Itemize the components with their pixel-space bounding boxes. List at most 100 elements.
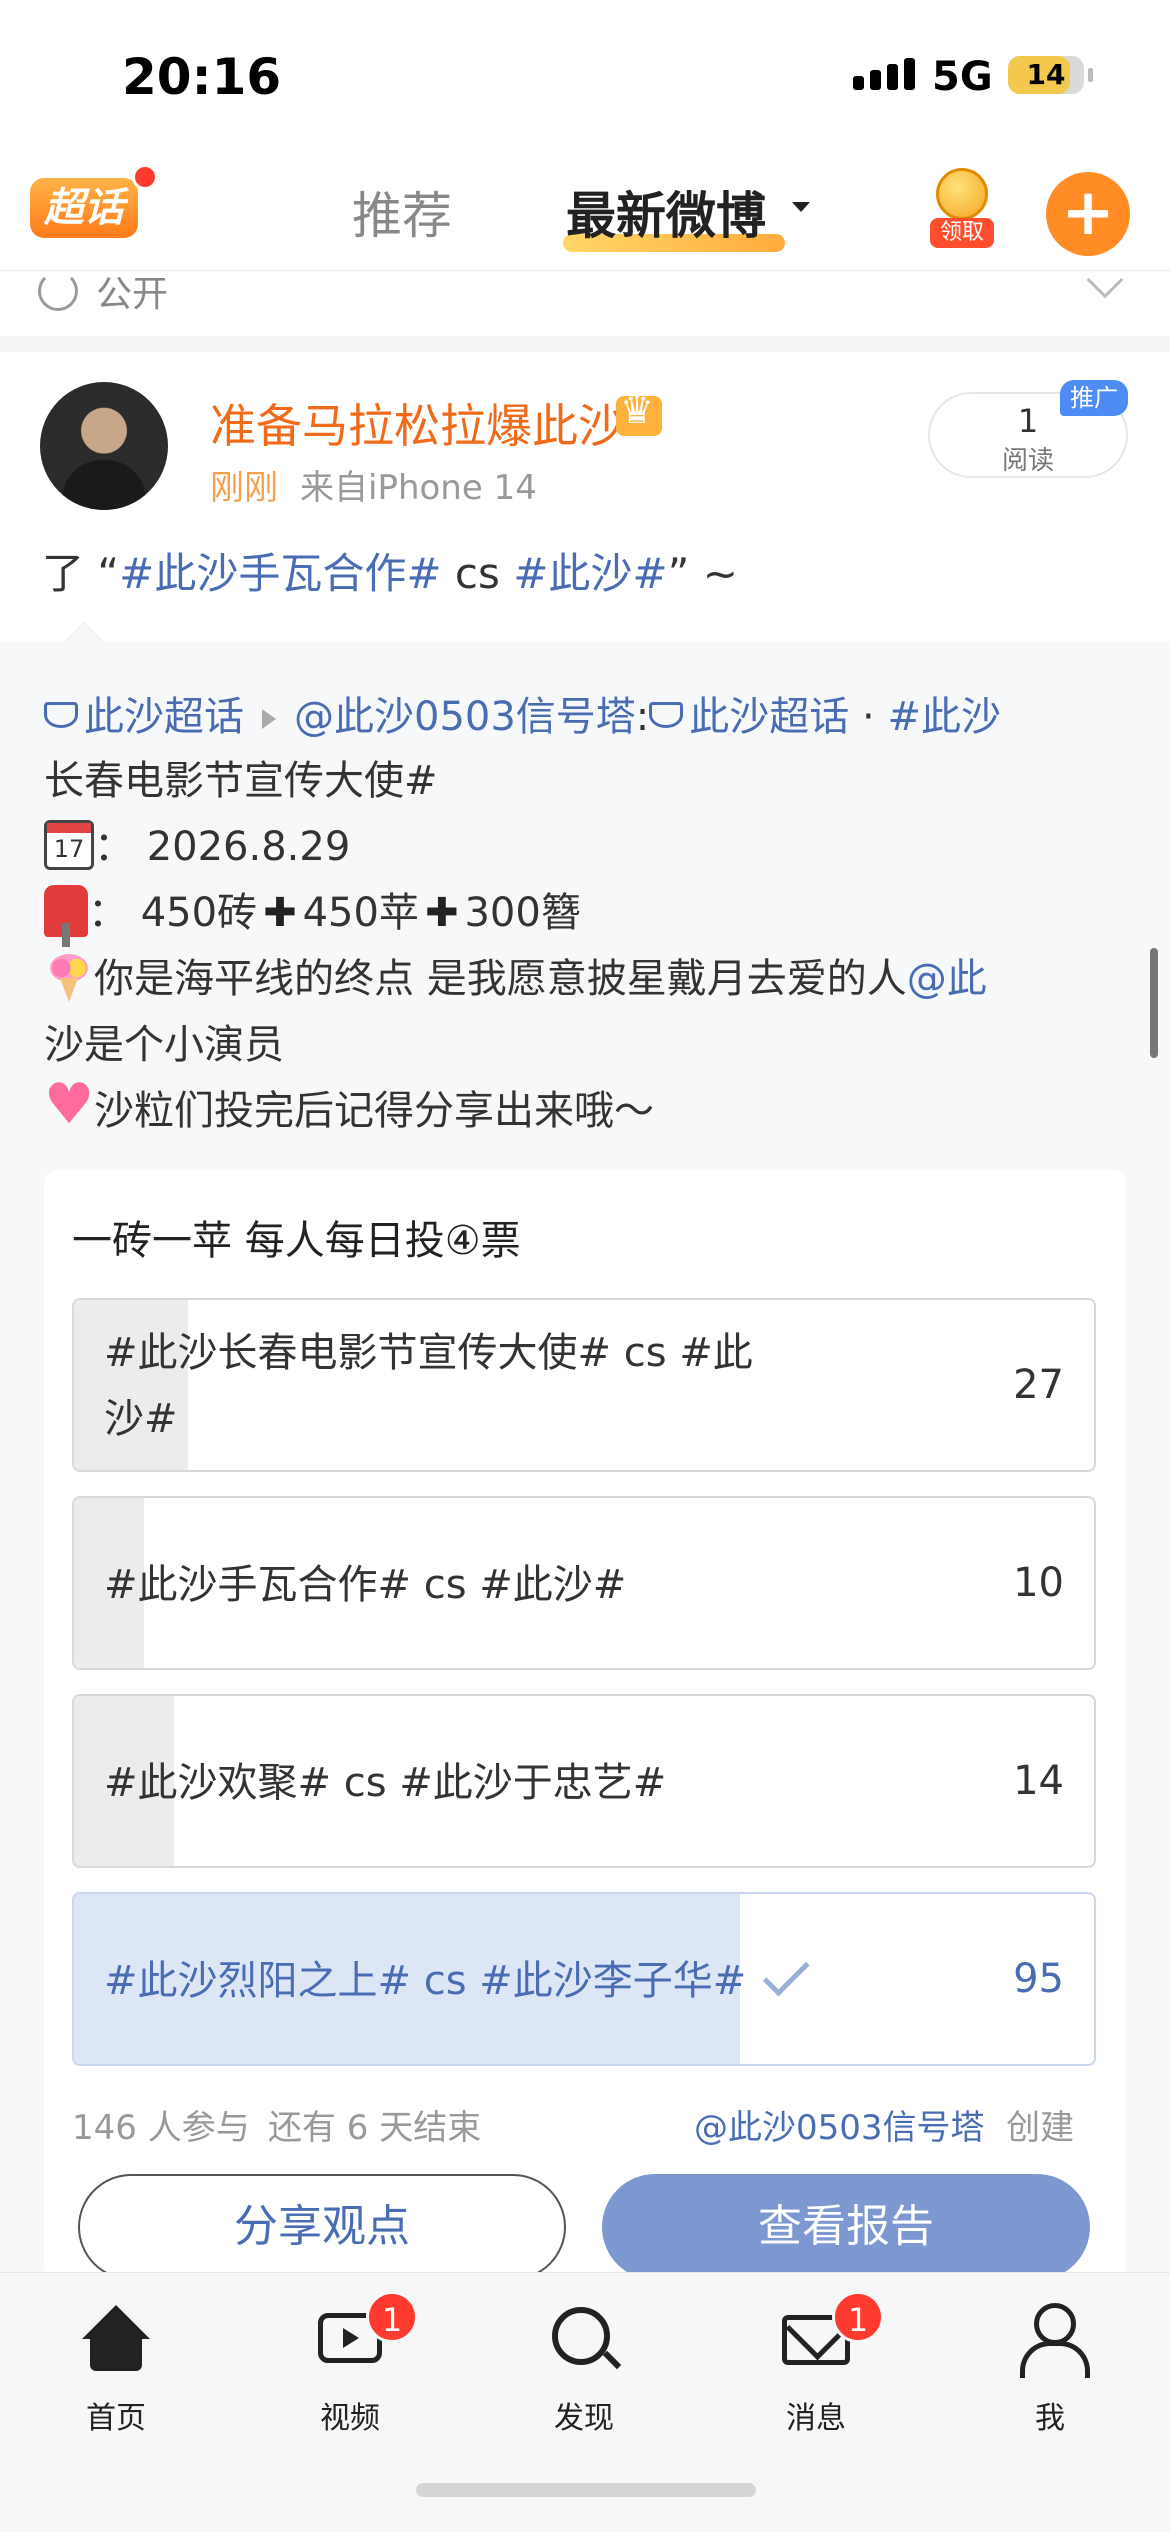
poll-option-label: #此沙烈阳之上# cs #此沙李子华# xyxy=(104,1958,747,2004)
crown-icon xyxy=(616,388,662,436)
poll-option-count: 14 xyxy=(1013,1758,1064,1804)
tab-label: 我 xyxy=(1035,2401,1065,2436)
poll-option-line: #此沙长春电影节宣传大使# cs #此 xyxy=(104,1330,753,1376)
author-link[interactable]: @此沙0503信号塔 xyxy=(294,694,636,740)
post-text-mid: cs xyxy=(441,549,514,598)
mention-link[interactable]: 沙是个小演员 xyxy=(44,1012,284,1070)
supertopic-link[interactable]: 此沙超话 xyxy=(84,694,244,740)
unread-badge: 1 xyxy=(832,2291,884,2343)
poll-remaining: 还有 6 天结束 xyxy=(268,2108,482,2148)
battery-nub xyxy=(1088,68,1093,82)
read-label: 阅读 xyxy=(1001,446,1054,476)
share-opinion-button[interactable]: 分享观点 xyxy=(78,2174,566,2280)
avatar[interactable] xyxy=(40,382,168,510)
bouquet-icon xyxy=(44,952,94,1002)
love-line: 你是海平线的终点 是我愿意披星戴月去爱的人@此 xyxy=(44,946,987,1006)
date-line: ： 2026.8.29 xyxy=(44,814,350,874)
topic-link[interactable]: #此沙手瓦合作# xyxy=(119,549,441,598)
previous-post-footer: 公开 xyxy=(0,261,1170,336)
bottom-tab-bar: 首页 1 视频 发现 1 消息 我 xyxy=(0,2272,1170,2532)
medal-icon xyxy=(936,168,988,220)
unread-badge: 1 xyxy=(366,2291,418,2343)
poll-option-count: 95 xyxy=(1013,1956,1064,2002)
vote-goal-c: 300簪 xyxy=(464,890,581,936)
poll-option-text: #此沙长春电影节宣传大使# cs #此 沙# xyxy=(104,1320,753,1452)
network-type: 5G xyxy=(932,54,993,100)
tab-label: 首页 xyxy=(86,2401,146,2436)
post: 准备马拉松拉爆此沙 刚刚 来自iPhone 14 1 阅读 推广 了 “#此沙手… xyxy=(0,352,1170,642)
home-icon xyxy=(82,2305,150,2371)
share-reminder-line: 沙粒们投完后记得分享出来哦～ xyxy=(44,1072,654,1137)
post-text-suffix: ” ~ xyxy=(667,549,738,598)
poll-option[interactable]: #此沙长春电影节宣传大使# cs #此 沙# 27 xyxy=(72,1298,1096,1472)
post-source: 来自iPhone 14 xyxy=(300,468,537,508)
post-text: 了 “#此沙手瓦合作# cs #此沙#” ~ xyxy=(42,540,738,601)
poll-option-text: #此沙欢聚# cs #此沙于忠艺# xyxy=(104,1760,667,1806)
plus-icon: ✚ xyxy=(263,890,297,936)
share-reminder: 沙粒们投完后记得分享出来哦～ xyxy=(94,1088,654,1134)
poll-option-count: 10 xyxy=(1013,1560,1064,1606)
topic-link[interactable]: #此沙 xyxy=(887,694,1001,740)
globe-icon xyxy=(38,271,78,311)
post-time: 刚刚 xyxy=(210,468,278,508)
battery-level: 14 xyxy=(1026,58,1066,91)
status-bar: 20:16 5G 14 xyxy=(0,0,1170,150)
dot-separator: · xyxy=(849,694,888,740)
poll-option-count: 27 xyxy=(1013,1362,1064,1408)
poll-option-text: #此沙烈阳之上# cs #此沙李子华# xyxy=(104,1948,810,2014)
heart-icon xyxy=(44,1072,94,1137)
tab-me[interactable]: 我 xyxy=(980,2301,1120,2436)
created-label: 创建 xyxy=(1006,2108,1075,2148)
username[interactable]: 准备马拉松拉爆此沙 xyxy=(210,390,624,456)
love-text: 你是海平线的终点 是我愿意披星戴月去爱的人 xyxy=(94,956,907,1002)
check-icon xyxy=(763,1949,810,1997)
reward-button[interactable]: 领取 xyxy=(930,168,994,250)
supertopic-icon xyxy=(44,702,78,728)
add-button[interactable]: + xyxy=(1046,172,1130,256)
tab-home[interactable]: 首页 xyxy=(46,2301,186,2436)
clock: 20:16 xyxy=(122,48,282,106)
tab-label: 消息 xyxy=(786,2401,846,2436)
user-icon xyxy=(1020,2303,1090,2378)
vote-goal-line: ： 450砖 ✚ 450苹 ✚ 300簪 xyxy=(44,880,581,947)
vote-goal-a: ： 450砖 xyxy=(88,890,258,936)
tab-label: 视频 xyxy=(320,2401,380,2436)
poll-option-text: #此沙手瓦合作# cs #此沙# xyxy=(104,1562,627,1608)
colon: : xyxy=(635,694,650,740)
creator-link[interactable]: @此沙0503信号塔 xyxy=(694,2108,985,2148)
visibility-label: 公开 xyxy=(96,274,169,315)
caret-down-icon[interactable] xyxy=(792,202,810,212)
mention-link[interactable]: @此 xyxy=(907,956,987,1002)
search-icon xyxy=(552,2307,610,2365)
signal-icon xyxy=(853,58,915,90)
chaohua-button[interactable]: 超话 xyxy=(30,178,138,238)
poll-creator: @此沙0503信号塔 创建 xyxy=(694,2100,1074,2149)
tab-discover[interactable]: 发现 xyxy=(514,2301,654,2436)
tab-latest[interactable]: 最新微博 xyxy=(566,176,766,248)
topic-link[interactable]: #此沙# xyxy=(513,549,667,598)
poll-option-selected[interactable]: #此沙烈阳之上# cs #此沙李子华# 95 xyxy=(72,1892,1096,2066)
calendar-icon xyxy=(44,820,94,870)
topic-link[interactable]: 长春电影节宣传大使# xyxy=(44,748,438,806)
reward-label: 领取 xyxy=(930,218,994,248)
poll-option[interactable]: #此沙手瓦合作# cs #此沙# 10 xyxy=(72,1496,1096,1670)
view-report-button[interactable]: 查看报告 xyxy=(602,2174,1090,2280)
scrollbar[interactable] xyxy=(1150,948,1158,1058)
date-text: ： 2026.8.29 xyxy=(94,824,351,870)
poll-option[interactable]: #此沙欢聚# cs #此沙于忠艺# 14 xyxy=(72,1694,1096,1868)
plus-icon: ✚ xyxy=(424,890,459,936)
notification-dot xyxy=(132,164,158,190)
home-indicator xyxy=(416,2483,756,2497)
supertopic-link[interactable]: 此沙超话 xyxy=(689,694,849,740)
mailbox-icon xyxy=(44,885,88,947)
tab-label: 发现 xyxy=(554,2401,614,2436)
poll-option-line: 沙# xyxy=(104,1396,178,1442)
poll-title: 一砖一苹 每人每日投④票 xyxy=(72,1218,521,1264)
tab-recommend[interactable]: 推荐 xyxy=(352,176,452,248)
battery-icon: 14 xyxy=(1008,56,1084,94)
promo-badge[interactable]: 推广 xyxy=(1060,380,1128,416)
tab-messages[interactable]: 1 消息 xyxy=(746,2291,886,2436)
arrow-right-icon xyxy=(262,709,276,729)
tab-video[interactable]: 1 视频 xyxy=(280,2291,420,2436)
supertopic-icon xyxy=(649,702,684,728)
